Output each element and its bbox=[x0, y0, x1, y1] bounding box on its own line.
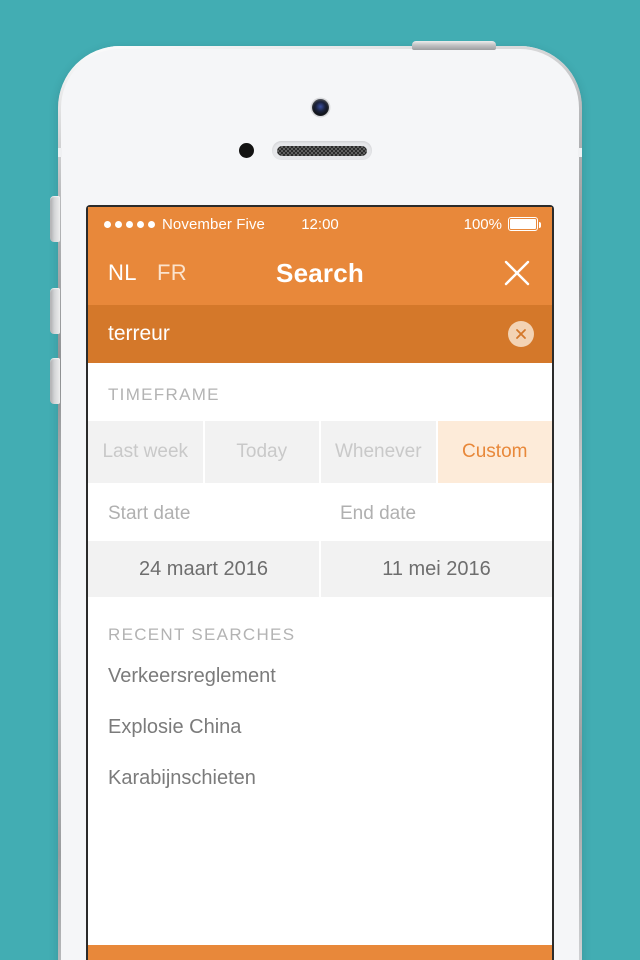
start-date-label: Start date bbox=[108, 503, 191, 524]
earpiece-speaker bbox=[272, 141, 372, 160]
power-button[interactable] bbox=[412, 41, 496, 50]
antenna-break-right bbox=[578, 148, 582, 157]
search-field[interactable]: terreur bbox=[88, 305, 552, 363]
end-date-label: End date bbox=[340, 503, 417, 524]
start-date-field[interactable]: 24 maart 2016 bbox=[88, 541, 321, 597]
date-values-row: 24 maart 2016 11 mei 2016 bbox=[88, 541, 552, 597]
timeframe-option-last-week[interactable]: Last week bbox=[88, 421, 205, 483]
navigation-bar: NL FR Search bbox=[88, 241, 552, 305]
mute-switch[interactable] bbox=[50, 196, 60, 242]
recent-searches-heading: RECENT SEARCHES bbox=[108, 625, 296, 644]
timeframe-option-whenever[interactable]: Whenever bbox=[321, 421, 438, 483]
end-date-field[interactable]: 11 mei 2016 bbox=[321, 541, 552, 597]
clear-circle-icon[interactable] bbox=[508, 321, 534, 347]
phone-screen: November Five 12:00 100% NL FR Search te… bbox=[88, 207, 552, 960]
close-x-icon[interactable] bbox=[502, 258, 532, 288]
list-item[interactable]: Explosie China bbox=[88, 702, 552, 753]
battery-icon bbox=[508, 217, 542, 231]
status-bar: November Five 12:00 100% bbox=[88, 207, 552, 241]
volume-down-button[interactable] bbox=[50, 358, 60, 404]
page-title: Search bbox=[276, 257, 364, 288]
timeframe-option-custom[interactable]: Custom bbox=[437, 421, 552, 483]
front-camera-icon bbox=[312, 99, 329, 116]
screenshot-stage: November Five 12:00 100% NL FR Search te… bbox=[0, 0, 640, 960]
search-options-content: TIMEFRAME Last week Today Whenever Custo… bbox=[88, 363, 552, 894]
date-labels-row: Start date End date bbox=[88, 483, 552, 541]
list-item[interactable]: Verkeersreglement bbox=[88, 651, 552, 702]
battery-fill bbox=[510, 219, 536, 229]
volume-up-button[interactable] bbox=[50, 288, 60, 334]
search-input[interactable]: terreur bbox=[108, 322, 170, 346]
recent-searches-list: Verkeersreglement Explosie China Karabij… bbox=[88, 651, 552, 804]
timeframe-segmented-control: Last week Today Whenever Custom bbox=[88, 421, 552, 483]
timeframe-option-today[interactable]: Today bbox=[204, 421, 321, 483]
list-item[interactable]: Karabijnschieten bbox=[88, 753, 552, 804]
battery-percentage: 100% bbox=[463, 215, 502, 233]
timeframe-heading: TIMEFRAME bbox=[108, 385, 220, 404]
antenna-break-left bbox=[58, 148, 62, 157]
bottom-action-bar[interactable] bbox=[88, 945, 552, 960]
status-bar-right: 100% bbox=[463, 207, 542, 241]
proximity-sensor-icon bbox=[239, 143, 254, 158]
